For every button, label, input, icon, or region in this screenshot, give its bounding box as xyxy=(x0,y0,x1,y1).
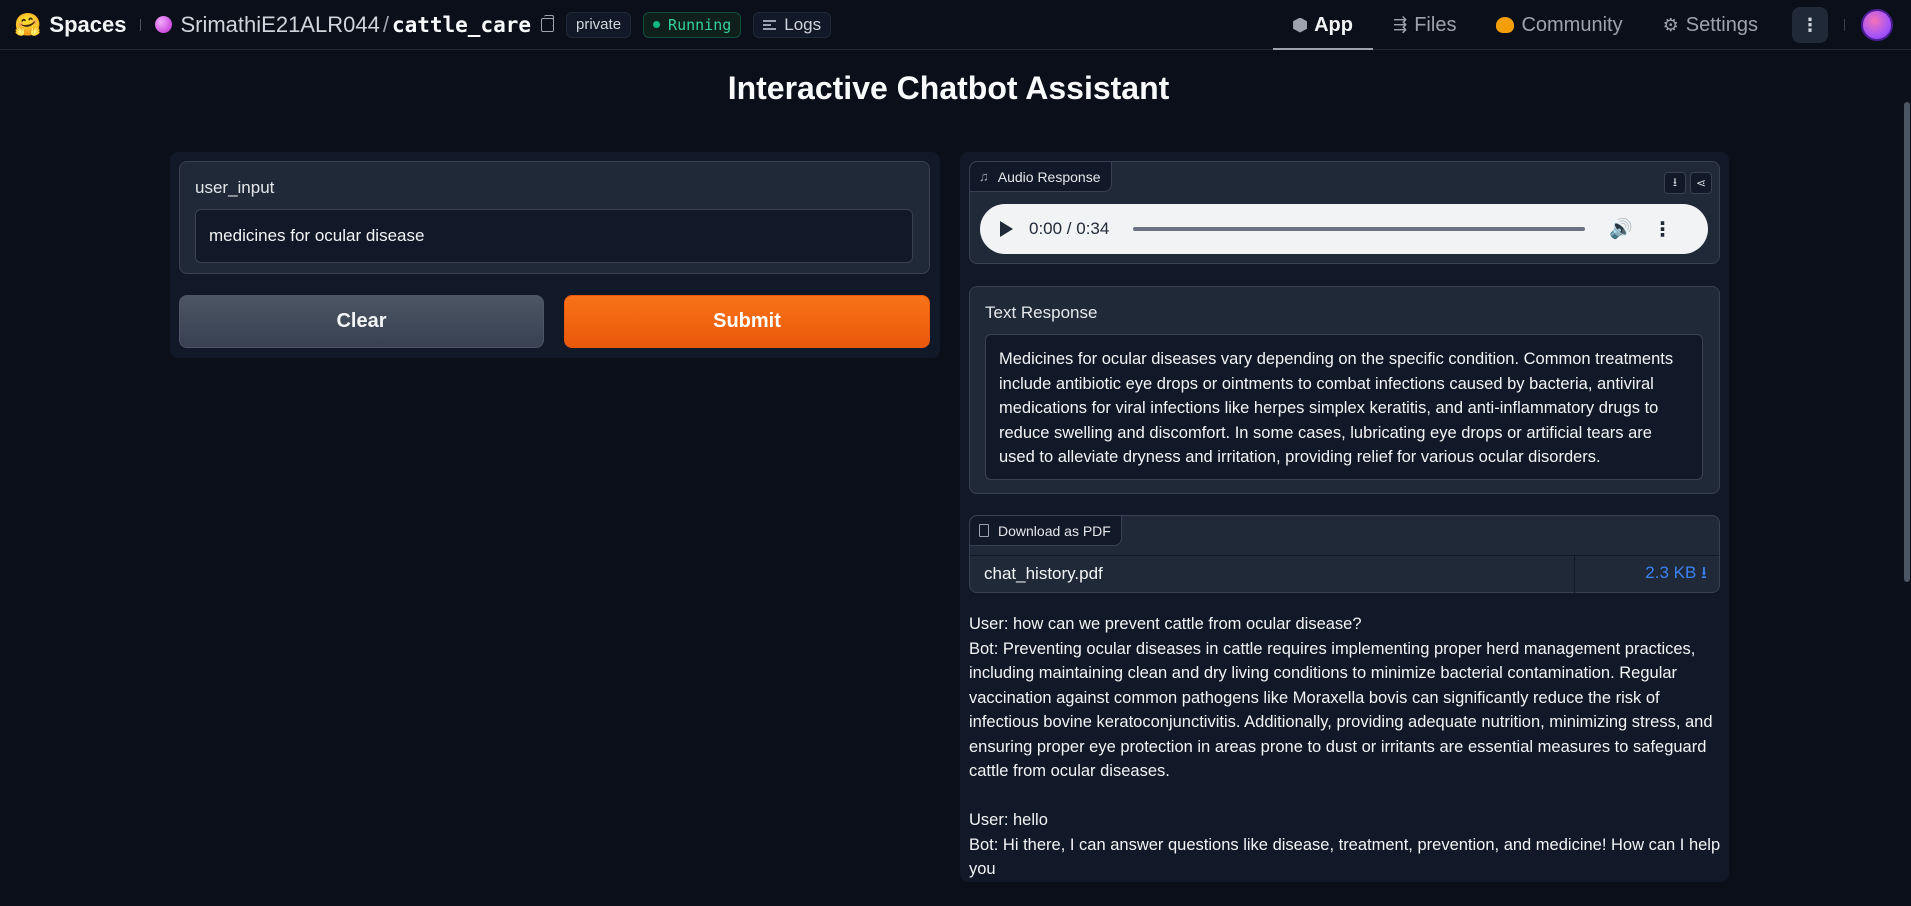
brand-label: Spaces xyxy=(49,11,127,37)
share-icon: ⋖ xyxy=(1695,176,1707,190)
history-user-message: User: how can we prevent cattle from ocu… xyxy=(969,615,1362,633)
tab-settings-label: Settings xyxy=(1685,13,1758,36)
download-icon: ⭳ xyxy=(1672,174,1678,189)
history-user-message: User: hello xyxy=(969,811,1048,829)
submit-button[interactable]: Submit xyxy=(564,295,930,348)
logs-button[interactable]: Logs xyxy=(753,11,832,38)
scrollbar-thumb[interactable] xyxy=(1904,102,1910,582)
audio-response-label: Audio Response xyxy=(997,168,1101,185)
tab-community[interactable]: Community xyxy=(1476,0,1642,50)
text-response-label: Text Response xyxy=(985,303,1098,322)
space-nav: App ⇶ Files Community ⚙ Settings ⋮ xyxy=(1273,0,1911,50)
play-icon[interactable] xyxy=(1000,221,1013,237)
audio-time: 0:00 / 0:34 xyxy=(1029,219,1110,238)
status-badge[interactable]: Running xyxy=(643,11,742,38)
input-panel: user_input Clear Submit xyxy=(170,152,940,358)
user-avatar[interactable] xyxy=(1861,9,1893,41)
audio-progress-slider[interactable] xyxy=(1133,227,1585,231)
audio-response-block: ♫ Audio Response ⭳ ⋖ 0:00 / 0:34 🔊 ⋮ xyxy=(969,161,1720,264)
tab-app[interactable]: App xyxy=(1273,0,1373,50)
logs-label: Logs xyxy=(784,14,822,34)
files-icon: ⇶ xyxy=(1392,15,1408,34)
tab-files[interactable]: ⇶ Files xyxy=(1373,0,1476,50)
divider xyxy=(140,18,142,31)
file-download-link[interactable]: 2.3 KB ⭳ xyxy=(1574,555,1719,593)
history-bot-message: Bot: Preventing ocular diseases in cattl… xyxy=(969,639,1713,781)
user-input-field[interactable] xyxy=(195,209,913,263)
history-entry: User: hello Bot: Hi there, I can answer … xyxy=(969,808,1721,882)
kebab-icon: ⋮ xyxy=(1801,14,1819,35)
file-icon xyxy=(979,524,989,537)
audio-response-tag: ♫ Audio Response xyxy=(970,162,1112,192)
top-bar: 🤗 Spaces SrimathiE21ALR044 / cattle_care… xyxy=(0,0,1911,50)
output-panel: ♫ Audio Response ⭳ ⋖ 0:00 / 0:34 🔊 ⋮ Tex… xyxy=(960,152,1729,882)
more-options-button[interactable]: ⋮ xyxy=(1792,7,1828,43)
repo-name[interactable]: cattle_care xyxy=(392,13,531,37)
audio-player: 0:00 / 0:34 🔊 ⋮ xyxy=(980,204,1708,254)
file-row: chat_history.pdf 2.3 KB ⭳ xyxy=(970,555,1719,593)
gear-icon: ⚙ xyxy=(1662,14,1679,35)
download-pdf-tag: Download as PDF xyxy=(970,516,1122,546)
tab-app-label: App xyxy=(1314,13,1353,36)
download-pdf-label: Download as PDF xyxy=(998,522,1111,539)
download-pdf-block: Download as PDF chat_history.pdf 2.3 KB … xyxy=(969,515,1720,593)
volume-icon[interactable]: 🔊 xyxy=(1609,217,1633,241)
text-response-block: Text Response Medicines for ocular disea… xyxy=(969,286,1720,494)
owner-link[interactable]: SrimathiE21ALR044 xyxy=(180,12,379,38)
history-entry: User: how can we prevent cattle from ocu… xyxy=(969,612,1721,784)
more-vertical-icon[interactable]: ⋮ xyxy=(1653,217,1673,242)
page-title: Interactive Chatbot Assistant xyxy=(727,70,1170,106)
community-icon xyxy=(1496,17,1515,33)
copy-icon[interactable] xyxy=(541,14,555,32)
status-label: Running xyxy=(668,15,732,34)
file-name: chat_history.pdf xyxy=(984,564,1103,583)
page-scrollbar[interactable] xyxy=(1902,50,1911,869)
user-input-label: user_input xyxy=(195,178,275,197)
divider xyxy=(1844,19,1845,31)
chat-history: User: how can we prevent cattle from ocu… xyxy=(969,612,1721,906)
user-input-block: user_input xyxy=(179,161,930,274)
music-note-icon: ♫ xyxy=(979,169,989,184)
hugging-face-logo-icon: 🤗 xyxy=(14,11,42,37)
tab-settings[interactable]: ⚙ Settings xyxy=(1643,0,1778,50)
download-button[interactable]: ⭳ xyxy=(1664,172,1686,194)
running-dot-icon xyxy=(653,21,661,28)
spaces-brand[interactable]: 🤗 Spaces xyxy=(14,12,126,38)
owner-avatar[interactable] xyxy=(155,16,173,33)
share-button[interactable]: ⋖ xyxy=(1690,172,1712,194)
logs-icon xyxy=(763,19,777,30)
tab-files-label: Files xyxy=(1414,13,1457,36)
history-bot-message: Bot: Hi there, I can answer questions li… xyxy=(969,835,1721,879)
clear-button[interactable]: Clear xyxy=(179,295,544,348)
visibility-badge: private xyxy=(566,11,632,38)
tab-community-label: Community xyxy=(1521,13,1623,36)
text-response-field[interactable]: Medicines for ocular diseases vary depen… xyxy=(985,334,1703,480)
app-icon xyxy=(1293,17,1308,33)
path-separator: / xyxy=(382,11,389,37)
